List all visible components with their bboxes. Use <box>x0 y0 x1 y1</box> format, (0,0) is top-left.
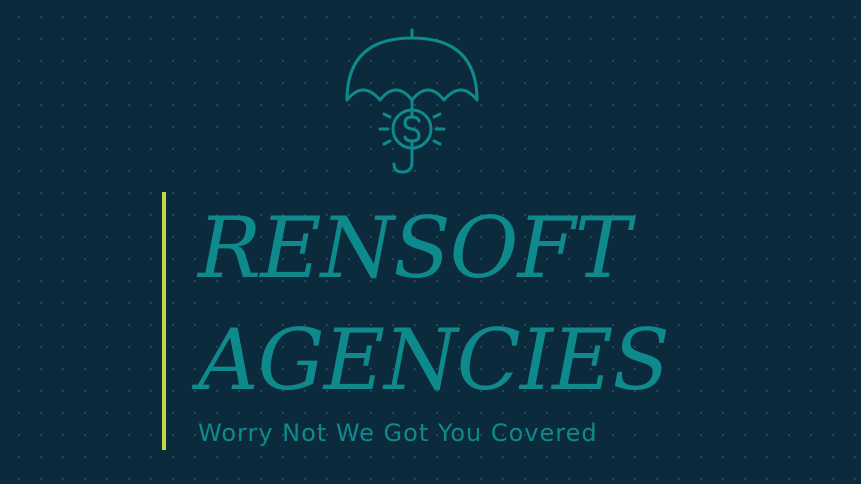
tagline: Worry Not We Got You Covered <box>198 419 598 447</box>
accent-bar <box>162 192 166 450</box>
brand-name-line-1: RENSOFT <box>198 199 631 297</box>
umbrella-dollar-icon <box>345 28 479 174</box>
brand-name-line-2: AGENCIES <box>198 311 670 409</box>
